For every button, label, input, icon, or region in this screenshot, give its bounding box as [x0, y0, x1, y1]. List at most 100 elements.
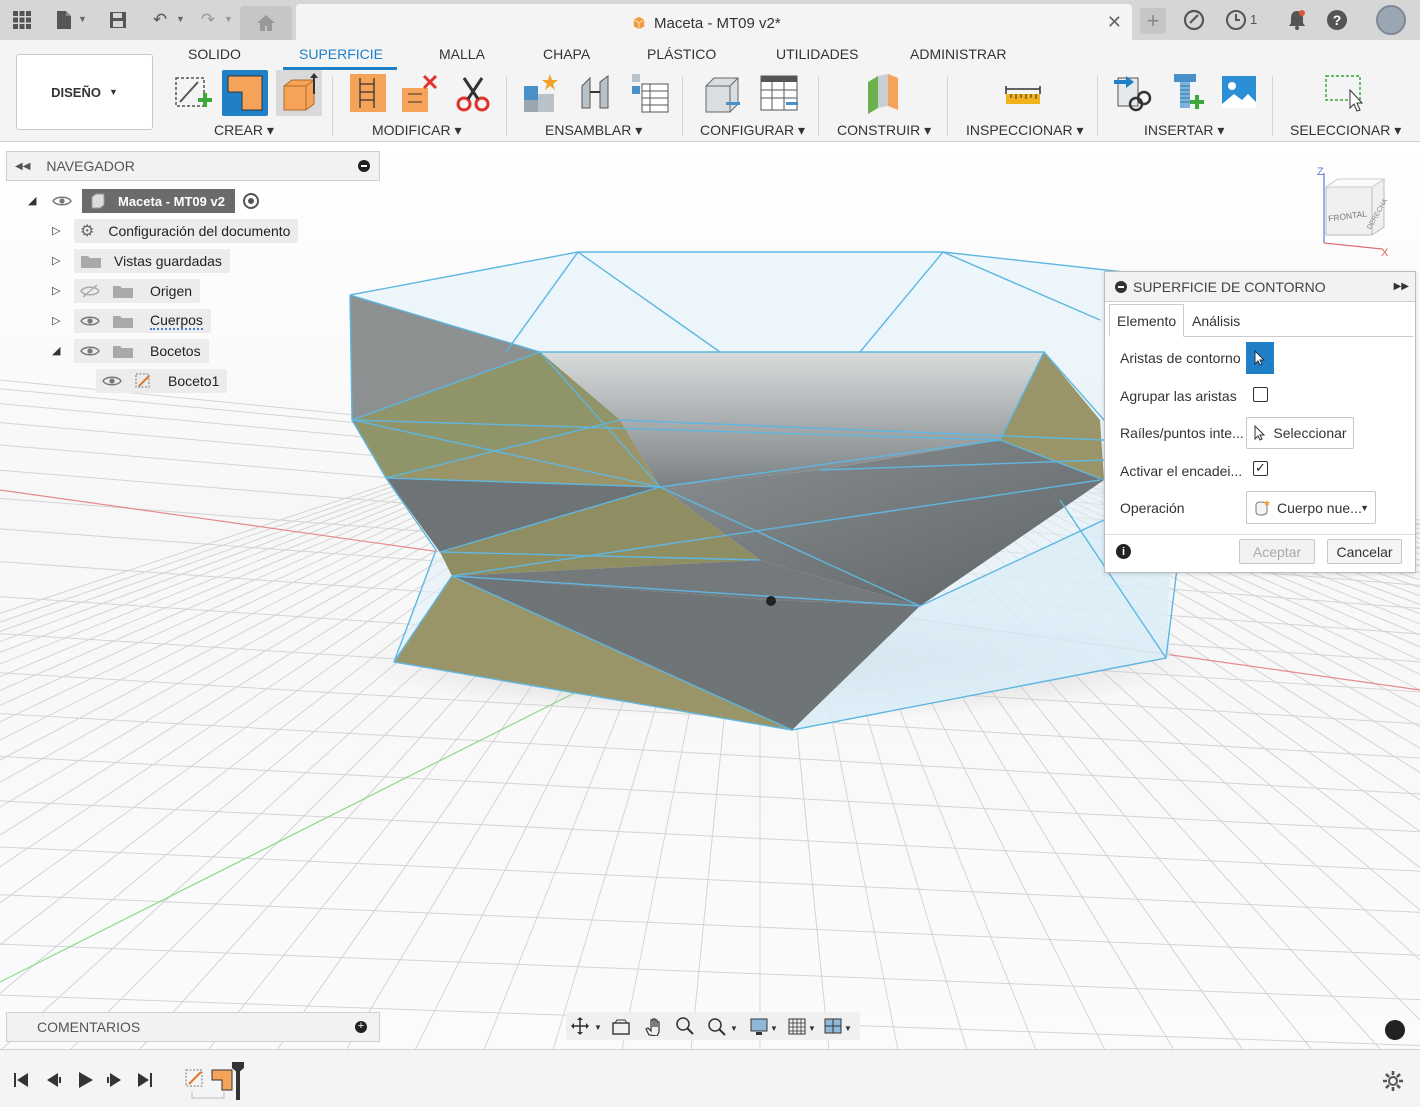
- text-commands-icon[interactable]: [1385, 1020, 1405, 1040]
- browser-item-sketches[interactable]: Bocetos: [74, 339, 209, 363]
- timeline-marker-icon[interactable]: [232, 1062, 244, 1100]
- view-cube[interactable]: FRONTAL DERECHA Z X: [1312, 163, 1392, 259]
- insert-mcmaster-tool[interactable]: [1164, 70, 1210, 116]
- tab-solido[interactable]: SOLIDO: [188, 46, 241, 62]
- browser-item-saved-views[interactable]: Vistas guardadas: [74, 249, 230, 273]
- look-at-icon[interactable]: [612, 1019, 630, 1035]
- configure-tool[interactable]: [700, 70, 746, 116]
- bill-of-materials-tool[interactable]: [626, 70, 672, 116]
- visibility-eye-icon[interactable]: [102, 373, 122, 389]
- fit-icon[interactable]: ▼: [708, 1018, 738, 1036]
- pan-hand-icon[interactable]: [645, 1018, 660, 1036]
- operation-select[interactable]: Cuerpo nue... ▼: [1246, 491, 1376, 524]
- expand-doc-settings-icon[interactable]: ▷: [52, 224, 64, 237]
- help-icon[interactable]: ?: [1325, 8, 1349, 32]
- dialog-header[interactable]: SUPERFICIE DE CONTORNO ▶▶: [1105, 272, 1415, 302]
- expand-origin-icon[interactable]: ▷: [52, 284, 64, 297]
- save-icon[interactable]: [106, 8, 130, 32]
- activate-radio-icon[interactable]: [242, 193, 259, 209]
- timeline-sketch-feature-icon[interactable]: [185, 1069, 203, 1087]
- tab-superficie[interactable]: SUPERFICIE: [299, 46, 383, 62]
- collapse-dialog-icon[interactable]: [1115, 280, 1127, 293]
- group-seleccionar[interactable]: SELECCIONAR ▾: [1290, 122, 1401, 139]
- create-sketch-tool[interactable]: [170, 70, 216, 116]
- comments-panel[interactable]: COMENTARIOS +: [6, 1012, 380, 1042]
- visibility-eye-icon[interactable]: [52, 193, 72, 209]
- visibility-eye-icon[interactable]: [80, 343, 100, 359]
- timeline-patch-feature-icon[interactable]: [211, 1069, 233, 1091]
- tab-plastico[interactable]: PLÁSTICO: [647, 46, 716, 62]
- patch-tool[interactable]: [222, 70, 268, 116]
- tab-administrar[interactable]: ADMINISTRAR: [910, 46, 1006, 62]
- tab-analisis[interactable]: Análisis: [1185, 304, 1247, 337]
- group-inspeccionar[interactable]: INSPECCIONAR ▾: [966, 122, 1084, 139]
- expand-bodies-icon[interactable]: ▷: [52, 314, 64, 327]
- trim-tool[interactable]: [344, 70, 390, 116]
- user-avatar[interactable]: [1376, 5, 1406, 35]
- boundary-edges-select-button[interactable]: [1246, 342, 1274, 374]
- undo-icon[interactable]: ↶: [148, 8, 172, 32]
- app-grid-icon[interactable]: [10, 8, 34, 32]
- browser-item-document-settings[interactable]: ⚙ Configuración del documento: [74, 219, 299, 243]
- job-status-icon[interactable]: [1224, 8, 1248, 32]
- undo-caret-icon[interactable]: ▼: [176, 14, 185, 24]
- add-comment-icon[interactable]: +: [355, 1021, 367, 1033]
- cancel-button[interactable]: Cancelar: [1327, 539, 1402, 564]
- close-tab-icon[interactable]: ✕: [1107, 12, 1122, 33]
- new-tab-button[interactable]: +: [1140, 8, 1166, 34]
- document-tab[interactable]: Maceta - MT09 v2* ✕: [296, 4, 1132, 40]
- timeline-last-icon[interactable]: [138, 1073, 152, 1087]
- browser-item-sketch1[interactable]: Boceto1: [96, 369, 228, 393]
- measure-tool[interactable]: [1000, 70, 1046, 116]
- home-tab[interactable]: [240, 6, 292, 40]
- extrude-surface-tool[interactable]: [276, 70, 322, 116]
- configuration-table-tool[interactable]: [756, 70, 802, 116]
- file-icon[interactable]: [52, 8, 76, 32]
- expand-root-icon[interactable]: ◢: [28, 194, 40, 207]
- expand-dialog-icon[interactable]: ▶▶: [1394, 281, 1409, 292]
- browser-item-bodies[interactable]: Cuerpos: [74, 309, 211, 333]
- browser-options-icon[interactable]: [358, 160, 370, 172]
- zoom-icon[interactable]: [676, 1017, 694, 1035]
- browser-root-node[interactable]: Maceta - MT09 v2: [52, 189, 259, 213]
- collapse-sketches-icon[interactable]: ◢: [52, 344, 64, 357]
- info-icon[interactable]: i: [1116, 544, 1131, 559]
- tab-utilidades[interactable]: UTILIDADES: [776, 46, 858, 62]
- group-modificar[interactable]: MODIFICAR ▾: [372, 122, 461, 139]
- construct-plane-tool[interactable]: [860, 70, 906, 116]
- timeline-next-icon[interactable]: [107, 1073, 121, 1087]
- expand-saved-views-icon[interactable]: ▷: [52, 254, 64, 267]
- notifications-icon[interactable]: [1285, 8, 1309, 32]
- visibility-eye-icon[interactable]: [80, 313, 100, 329]
- insert-derive-tool[interactable]: [1110, 70, 1156, 116]
- workspace-switcher-button[interactable]: DISEÑO ▼: [16, 54, 153, 130]
- timeline-first-icon[interactable]: [14, 1073, 28, 1087]
- extensions-icon[interactable]: [1182, 8, 1206, 32]
- grid-settings-icon[interactable]: ▼: [788, 1018, 816, 1035]
- rails-select-button[interactable]: Seleccionar: [1246, 417, 1354, 449]
- hidden-eye-icon[interactable]: [80, 283, 100, 299]
- scissors-tool[interactable]: [450, 70, 496, 116]
- redo-icon[interactable]: ↷: [196, 8, 220, 32]
- group-configurar[interactable]: CONFIGURAR ▾: [700, 122, 805, 139]
- orbit-icon[interactable]: ▼: [571, 1017, 602, 1035]
- tab-chapa[interactable]: CHAPA: [543, 46, 590, 62]
- delete-face-tool[interactable]: [396, 70, 442, 116]
- group-crear[interactable]: CREAR ▾: [214, 122, 274, 139]
- select-tool[interactable]: [1320, 70, 1366, 116]
- insert-canvas-tool[interactable]: [1216, 70, 1262, 116]
- joint-tool[interactable]: [572, 70, 618, 116]
- timeline-play-icon[interactable]: [79, 1072, 93, 1088]
- chaining-checkbox[interactable]: ✓: [1253, 461, 1268, 476]
- new-component-tool[interactable]: [518, 70, 564, 116]
- browser-item-origin[interactable]: Origen: [74, 279, 201, 303]
- display-settings-icon[interactable]: ▼: [750, 1018, 778, 1035]
- group-edges-checkbox[interactable]: [1253, 387, 1268, 402]
- timeline-settings-gear-icon[interactable]: [1382, 1070, 1404, 1092]
- browser-header[interactable]: ◀◀ NAVEGADOR: [6, 151, 380, 181]
- group-construir[interactable]: CONSTRUIR ▾: [837, 122, 931, 139]
- ok-button[interactable]: Aceptar: [1239, 539, 1315, 564]
- group-insertar[interactable]: INSERTAR ▾: [1144, 122, 1224, 139]
- group-ensamblar[interactable]: ENSAMBLAR ▾: [545, 122, 642, 139]
- tab-elemento[interactable]: Elemento: [1109, 304, 1185, 337]
